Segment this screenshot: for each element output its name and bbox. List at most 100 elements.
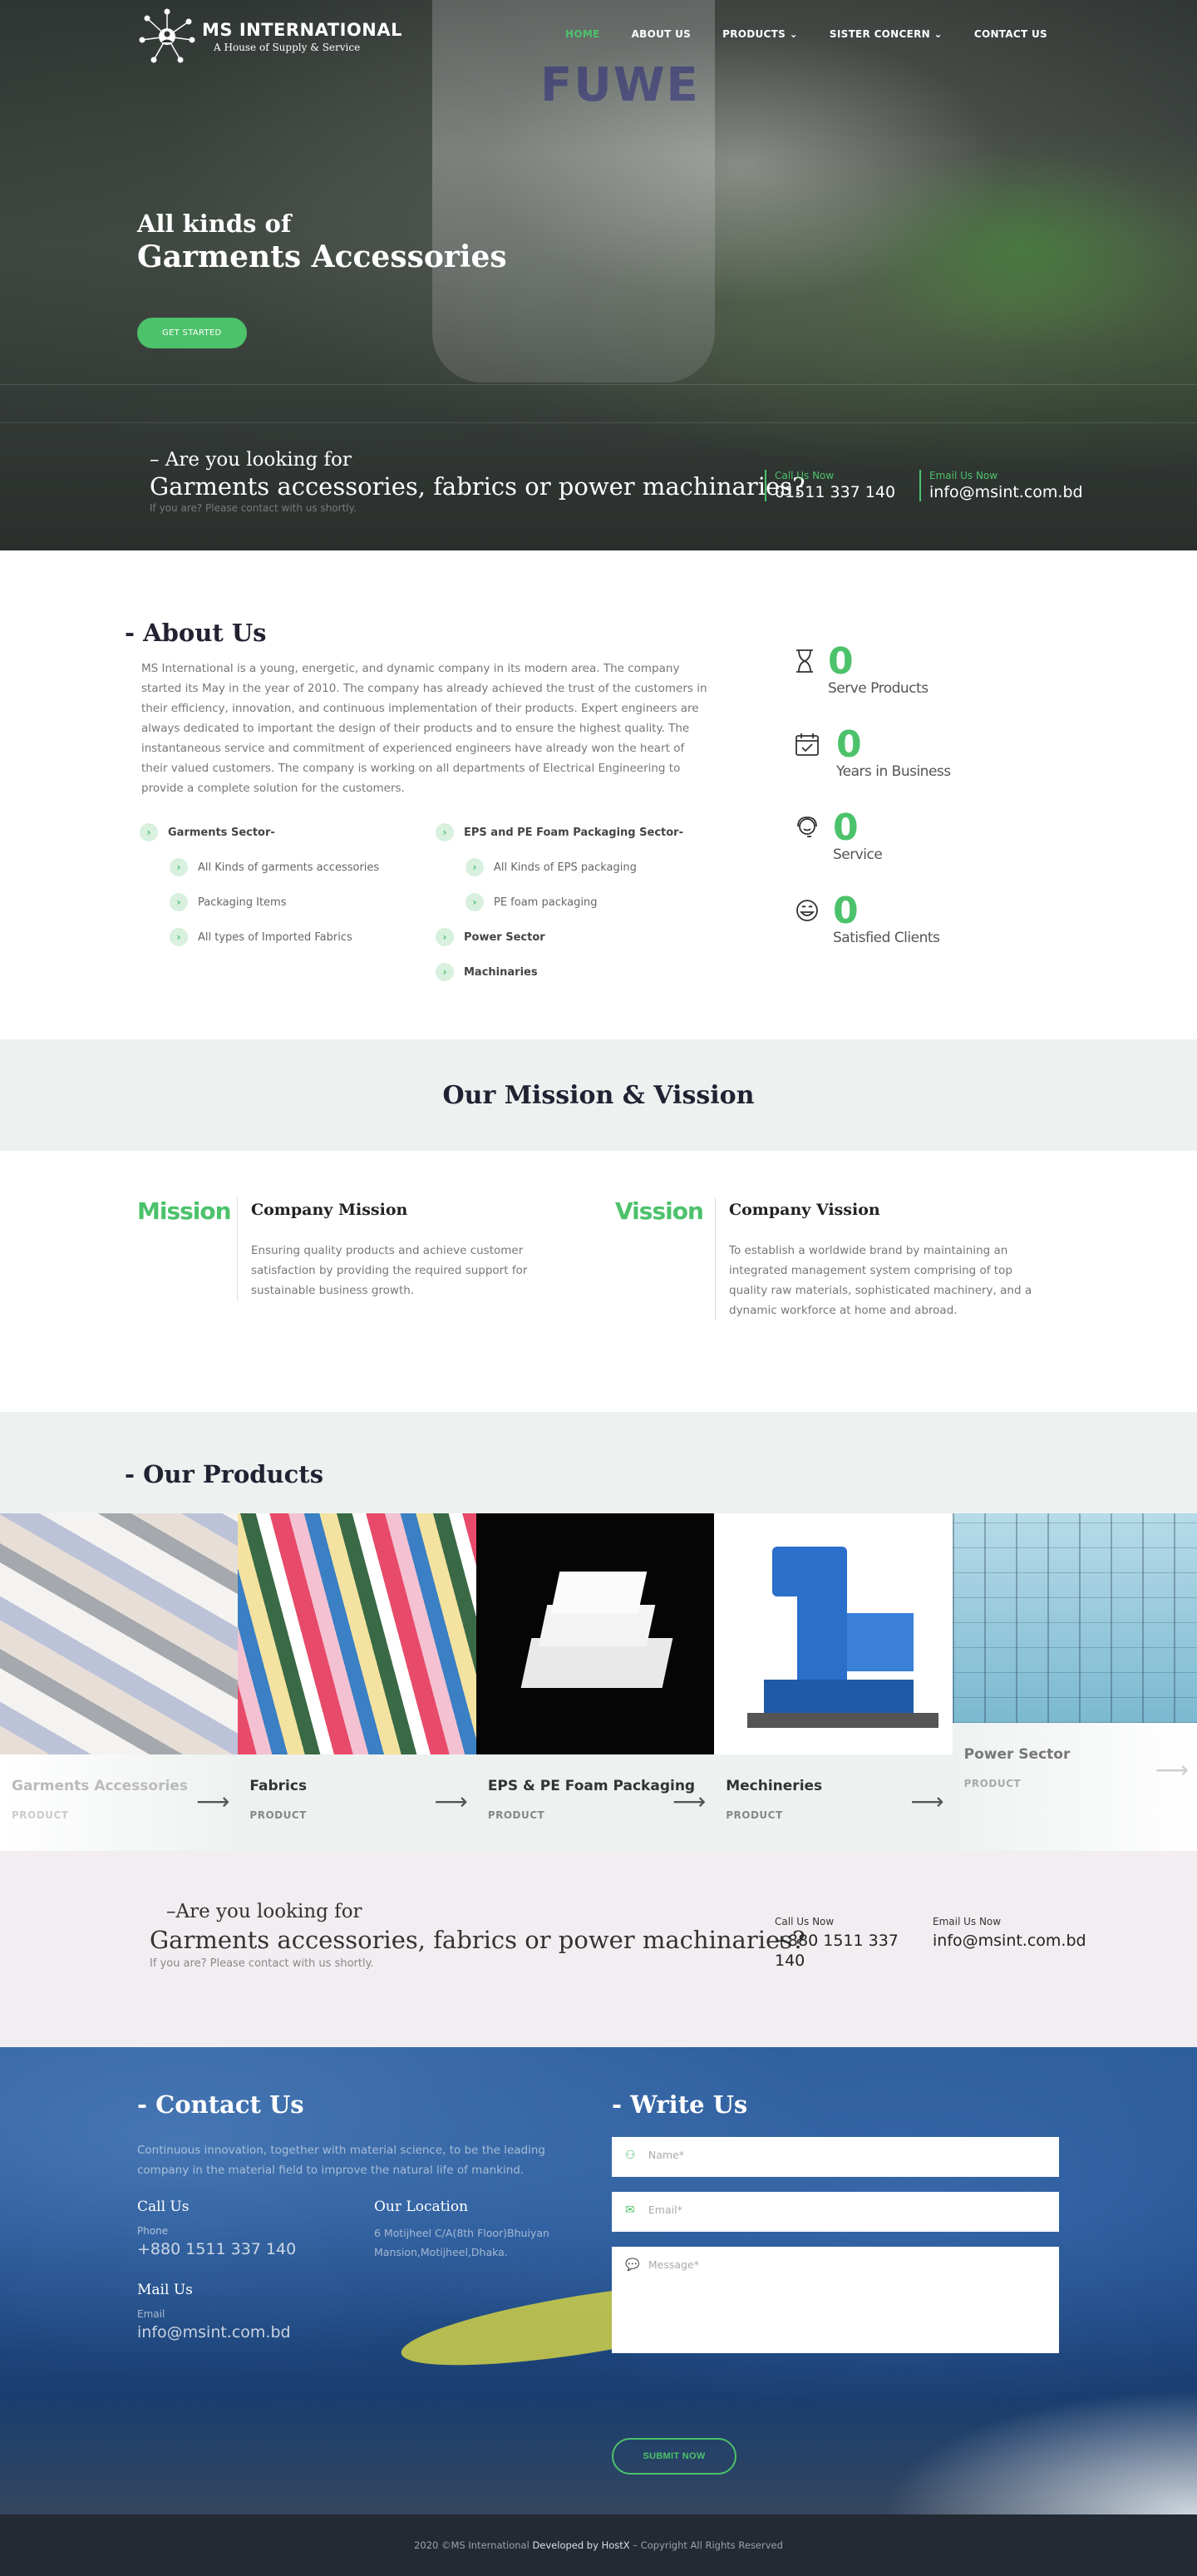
hero-line-1: All kinds of <box>137 210 292 238</box>
vision-heading: Company Vission <box>729 1201 880 1219</box>
footer-copyright: 2020 ©MS International <box>414 2539 530 2551</box>
phone-value[interactable]: +880 1511 337 140 <box>137 2240 296 2258</box>
list-item: › Garments Sector- <box>140 815 436 850</box>
list-item: › PE foam packaging <box>436 885 732 920</box>
hero-email-value[interactable]: info@msint.com.bd <box>929 483 1083 501</box>
nav-products[interactable]: PRODUCTS ⌄ <box>722 28 798 40</box>
about-stats: 0 Serve Products 0 Years in Business 0 Serv… <box>732 619 951 989</box>
get-started-button[interactable]: GET STARTED <box>137 318 247 348</box>
name-field[interactable]: ⚇ <box>612 2137 1059 2177</box>
chevron-right-icon: › <box>170 928 188 946</box>
list-item: › EPS and PE Foam Packaging Sector- <box>436 815 732 850</box>
chat-bubble-icon: 💬 <box>625 2258 640 2272</box>
hero-email-label: Email Us Now <box>929 470 998 481</box>
arrow-right-icon[interactable]: ⟶ <box>196 1788 229 1815</box>
stat-service: 0 Service <box>795 810 951 893</box>
write-title: - Write Us <box>612 2090 748 2119</box>
hero-call-value[interactable]: 01511 337 140 <box>775 483 895 501</box>
logo-network-icon <box>137 7 197 67</box>
about-title: - About Us <box>125 619 267 647</box>
arrow-right-icon[interactable]: ⟶ <box>672 1788 706 1815</box>
stat-clients: 0 Satisfied Clients <box>795 893 951 976</box>
nav-home[interactable]: HOME <box>565 28 600 40</box>
contact-intro: Continuous innovation, together with mat… <box>137 2144 545 2177</box>
brand-tagline: A House of Supply & Service <box>214 42 361 53</box>
envelope-icon: ✉ <box>625 2203 635 2217</box>
arrow-right-icon[interactable]: ⟶ <box>1155 1756 1189 1784</box>
product-card[interactable]: Power Sector PRODUCT ⟶ <box>952 1513 1197 1851</box>
call-heading: Call Us <box>137 2198 190 2215</box>
user-icon: ⚇ <box>625 2149 636 2162</box>
hero-heading: All kinds of Garments Accessories <box>137 210 507 274</box>
hero-call-label: Call Us Now <box>775 470 835 481</box>
product-card[interactable]: Fabrics PRODUCT ⟶ <box>238 1513 476 1851</box>
nav-contact[interactable]: CONTACT US <box>974 28 1047 40</box>
mission-heading: Company Mission <box>251 1201 408 1219</box>
submit-button[interactable]: SUBMIT NOW <box>612 2438 736 2475</box>
logo[interactable]: MS INTERNATIONAL A House of Supply & Ser… <box>137 7 402 67</box>
email-value[interactable]: info@msint.com.bd <box>137 2323 291 2342</box>
navbar: MS INTERNATIONAL A House of Supply & Ser… <box>0 0 1197 72</box>
message-field[interactable]: 💬 <box>612 2247 1059 2353</box>
chevron-right-icon: › <box>436 823 454 841</box>
message-input[interactable] <box>648 2258 1046 2321</box>
product-image-garments <box>0 1513 239 1754</box>
brand-name: MS INTERNATIONAL <box>202 20 402 40</box>
product-image-foam <box>475 1513 715 1754</box>
email-label: Email <box>137 2308 165 2320</box>
chevron-right-icon: › <box>466 893 484 911</box>
product-image-power <box>952 1513 1197 1723</box>
cta-section: –Are you looking for Garments accessorie… <box>0 1851 1197 2047</box>
phone-label: Phone <box>137 2225 169 2237</box>
mission-word: Mission <box>137 1197 232 1225</box>
mission-section: Mission Company Mission Ensuring quality… <box>0 1151 1197 1412</box>
product-image-machinery <box>714 1513 953 1754</box>
cta-call-box: Call Us Now +880 1511 337 140 <box>775 1916 899 1970</box>
hero-call-box: Call Us Now 01511 337 140 <box>765 470 895 501</box>
chevron-right-icon: › <box>466 858 484 876</box>
name-input[interactable] <box>648 2149 1046 2161</box>
email-field[interactable]: ✉ <box>612 2192 1059 2232</box>
hero-section: FUWE MS INTERNATIONAL A House of Supply … <box>0 0 1197 550</box>
vision-word: Vission <box>615 1197 704 1225</box>
cta-question-line-2: Garments accessories, fabrics or power m… <box>150 1926 805 1954</box>
list-item: › Packaging Items <box>140 885 436 920</box>
hero-question-note: If you are? Please contact with us short… <box>150 502 357 514</box>
nav-about[interactable]: ABOUT US <box>632 28 692 40</box>
products-title: - Our Products <box>125 1460 324 1488</box>
arrow-right-icon[interactable]: ⟶ <box>435 1788 468 1815</box>
stat-serve-products: 0 Serve Products <box>795 644 951 727</box>
cta-question-line-1: –Are you looking for <box>166 1901 362 1922</box>
hero-line-2: Garments Accessories <box>137 239 507 274</box>
main-nav: HOME ABOUT US PRODUCTS ⌄ SISTER CONCERN … <box>565 28 1047 40</box>
product-card[interactable]: EPS & PE Foam Packaging PRODUCT ⟶ <box>475 1513 715 1851</box>
support-agent-icon <box>795 810 828 893</box>
hero-question-line-1: – Are you looking for <box>150 449 352 471</box>
contact-section: - Contact Us Continuous innovation, toge… <box>0 2047 1197 2514</box>
arrow-right-icon[interactable]: ⟶ <box>910 1788 943 1815</box>
hero-question: – Are you looking for Garments accessori… <box>150 449 805 514</box>
product-card[interactable]: Garments Accessories PRODUCT ⟶ <box>0 1513 239 1851</box>
chevron-right-icon: › <box>140 823 158 841</box>
mission-band: Our Mission & Vission <box>0 1039 1197 1151</box>
about-list-garments: › Garments Sector- › All Kinds of garments… <box>140 815 436 989</box>
products-header: - Our Products <box>0 1412 1197 1513</box>
hourglass-icon <box>795 644 828 727</box>
footer-developer-link[interactable]: Developed by HostX <box>532 2539 629 2551</box>
stat-years: 0 Years in Business <box>795 727 951 810</box>
mission-block: Mission Company Mission Ensuring quality… <box>137 1197 586 1300</box>
product-image-fabrics <box>238 1513 476 1754</box>
chevron-right-icon: › <box>436 928 454 946</box>
products-carousel: Garments Accessories PRODUCT ⟶ Fabrics P… <box>0 1513 1197 1851</box>
list-item: › Power Sector <box>436 920 732 955</box>
vision-text: To establish a worldwide brand by mainta… <box>729 1244 1032 1317</box>
mission-band-title: Our Mission & Vission <box>442 1080 755 1110</box>
footer: 2020 ©MS International Developed by Host… <box>0 2514 1197 2576</box>
chevron-right-icon: › <box>170 858 188 876</box>
list-item: › All Kinds of EPS packaging <box>436 850 732 885</box>
email-input[interactable] <box>648 2203 1046 2216</box>
about-paragraph: MS International is a young, energetic, … <box>141 662 707 795</box>
product-card[interactable]: Mechineries PRODUCT ⟶ <box>714 1513 953 1851</box>
nav-sister-concern[interactable]: SISTER CONCERN ⌄ <box>830 28 943 40</box>
mission-text: Ensuring quality products and achieve cu… <box>251 1244 528 1297</box>
